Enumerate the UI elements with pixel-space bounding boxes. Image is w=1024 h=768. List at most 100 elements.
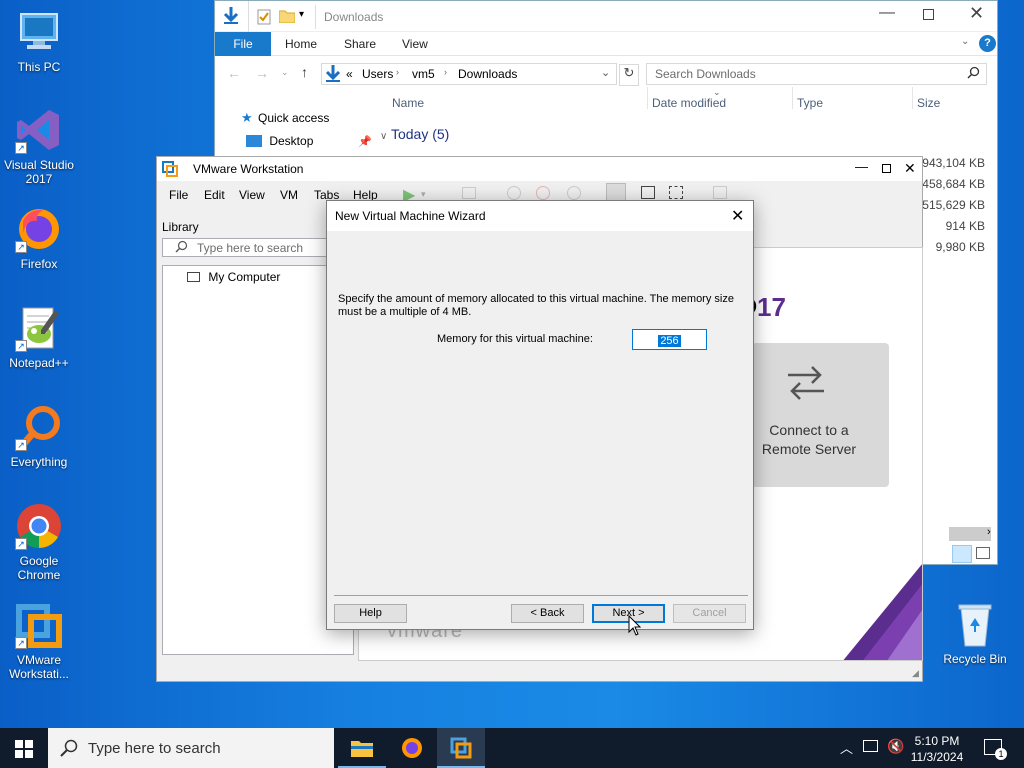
column-divider (792, 87, 793, 109)
computer-icon (15, 8, 63, 56)
new-folder-icon[interactable] (278, 9, 296, 26)
chrome-icon: ↗ (15, 502, 63, 550)
tree-item-label: My Computer (208, 270, 281, 284)
star-icon: ★ (241, 110, 253, 125)
column-header-name[interactable]: Name (392, 96, 424, 110)
column-header-size[interactable]: Size (917, 96, 940, 110)
notification-badge: 1 (995, 748, 1007, 760)
desktop-icon-chrome[interactable]: ↗ Google Chrome (0, 502, 78, 582)
desktop-icon-label: Visual Studio 2017 (4, 158, 74, 186)
tab-home[interactable]: Home (285, 32, 317, 56)
vmware-icon (450, 737, 472, 762)
breadcrumb-users[interactable]: Users (362, 67, 393, 81)
search-input[interactable]: Search Downloads (646, 63, 987, 85)
tab-file[interactable]: File (215, 32, 271, 56)
menu-file[interactable]: File (169, 188, 188, 202)
recent-locations-icon[interactable]: ⌄ (281, 67, 289, 78)
minimize-button[interactable]: — (879, 4, 895, 22)
maximize-button[interactable] (923, 9, 934, 20)
minimize-button[interactable]: — (855, 159, 868, 174)
taskbar-file-explorer[interactable] (338, 728, 386, 768)
resize-grip-icon[interactable]: ◢ (912, 668, 919, 679)
version-number: 17 (757, 292, 786, 322)
close-button[interactable]: ✕ (969, 3, 984, 24)
taskbar-firefox[interactable] (388, 728, 436, 768)
notepadpp-icon: ↗ (15, 304, 63, 352)
breadcrumb-vm5[interactable]: vm5 (412, 67, 435, 81)
tab-view[interactable]: View (402, 32, 428, 56)
new-vm-wizard-dialog[interactable]: New Virtual Machine Wizard ✕ Specify the… (326, 200, 754, 630)
column-header-type[interactable]: Type (797, 96, 823, 110)
visual-studio-icon: ↗ (15, 106, 63, 154)
snapshot-manager-icon[interactable] (567, 186, 581, 200)
desktop-icon-vmware[interactable]: ↗ VMware Workstati... (0, 601, 78, 681)
quick-access-dropdown-icon[interactable]: ▾ (299, 9, 304, 20)
group-header-today[interactable]: ∨ Today (5) (380, 126, 449, 142)
search-icon (60, 739, 78, 761)
scroll-right-icon[interactable]: › (987, 526, 991, 538)
properties-icon[interactable] (257, 9, 271, 28)
refresh-icon[interactable]: ↻ (619, 64, 639, 86)
tab-share[interactable]: Share (344, 32, 376, 56)
thumbnail-bar-icon[interactable] (641, 186, 655, 199)
memory-input[interactable]: 256 (632, 329, 707, 350)
up-arrow-icon[interactable]: ↑ (301, 64, 308, 80)
desktop-icon-notepadpp[interactable]: ↗ Notepad++ (0, 304, 78, 370)
mouse-cursor-icon (628, 615, 642, 636)
horizontal-scrollbar-thumb[interactable] (949, 527, 991, 541)
address-dropdown-icon[interactable]: ⌄ (601, 66, 610, 79)
menu-vm[interactable]: VM (280, 188, 298, 202)
show-hidden-icons-icon[interactable]: ︿ (840, 738, 853, 757)
back-button[interactable]: < Back (511, 604, 584, 623)
search-placeholder: Type here to search (197, 241, 304, 255)
expand-ribbon-icon[interactable]: ⌄ (961, 36, 969, 47)
search-icon (175, 240, 188, 256)
column-header-date[interactable]: Date modified (652, 96, 726, 110)
send-ctrl-alt-del-icon[interactable] (462, 187, 476, 199)
group-label: Today (5) (390, 126, 450, 142)
desktop-icon-firefox[interactable]: ↗ Firefox (0, 205, 78, 271)
clock-date: 11/3/2024 (910, 750, 964, 764)
pin-icon: 📌 (358, 136, 372, 148)
snapshot-icon[interactable] (507, 186, 521, 200)
menu-view[interactable]: View (239, 188, 265, 202)
connect-remote-server-button[interactable]: Connect to a Remote Server (752, 343, 889, 487)
nav-quick-access[interactable]: ★ Quick access (241, 110, 329, 126)
explorer-title-bar: ▾ Downloads — ✕ (215, 1, 997, 32)
console-view-icon[interactable] (713, 186, 727, 199)
menu-edit[interactable]: Edit (204, 188, 225, 202)
taskbar-vmware[interactable] (437, 728, 485, 768)
windows-start-icon[interactable] (15, 740, 33, 761)
close-button[interactable]: ✕ (731, 206, 744, 226)
forward-arrow-icon[interactable]: → (255, 65, 269, 81)
tree-item-my-computer[interactable]: My Computer (187, 270, 280, 284)
breadcrumb-downloads[interactable]: Downloads (458, 67, 517, 81)
nav-desktop[interactable]: Desktop 📌 (246, 134, 372, 148)
search-placeholder: Type here to search (88, 740, 221, 757)
maximize-button[interactable] (882, 164, 891, 173)
revert-snapshot-icon[interactable] (536, 186, 550, 200)
back-arrow-icon[interactable]: ← (227, 65, 241, 81)
close-button[interactable]: ✕ (904, 160, 916, 177)
network-icon[interactable] (863, 740, 878, 752)
full-screen-icon[interactable] (669, 186, 683, 199)
power-dropdown-icon[interactable]: ▾ (421, 189, 426, 200)
clock[interactable]: 5:10 PM 11/3/2024 (905, 733, 969, 765)
desktop-icon-visual-studio[interactable]: ↗ Visual Studio 2017 (0, 106, 78, 186)
desktop-icon-recycle-bin[interactable]: Recycle Bin (936, 600, 1014, 666)
large-icons-view-icon[interactable] (976, 547, 990, 559)
vmware-icon: ↗ (15, 601, 63, 649)
help-icon[interactable]: ? (979, 35, 996, 52)
cancel-button[interactable]: Cancel (673, 604, 746, 623)
shortcut-arrow-icon: ↗ (15, 241, 27, 253)
address-bar[interactable]: « Users › vm5 › Downloads ⌄ (321, 63, 617, 85)
taskbar-search-box[interactable]: Type here to search (48, 728, 334, 768)
volume-muted-icon[interactable]: 🔇 (887, 738, 904, 755)
desktop-icon-this-pc[interactable]: This PC (0, 8, 78, 74)
desktop-folder-icon (246, 135, 262, 147)
help-button[interactable]: Help (334, 604, 407, 623)
details-view-icon[interactable] (952, 545, 972, 563)
desktop-icon-everything[interactable]: ↗ Everything (0, 403, 78, 469)
breadcrumb-overflow[interactable]: « (346, 67, 353, 81)
ribbon-tabs: File Home Share View ⌄ ? (215, 32, 997, 56)
